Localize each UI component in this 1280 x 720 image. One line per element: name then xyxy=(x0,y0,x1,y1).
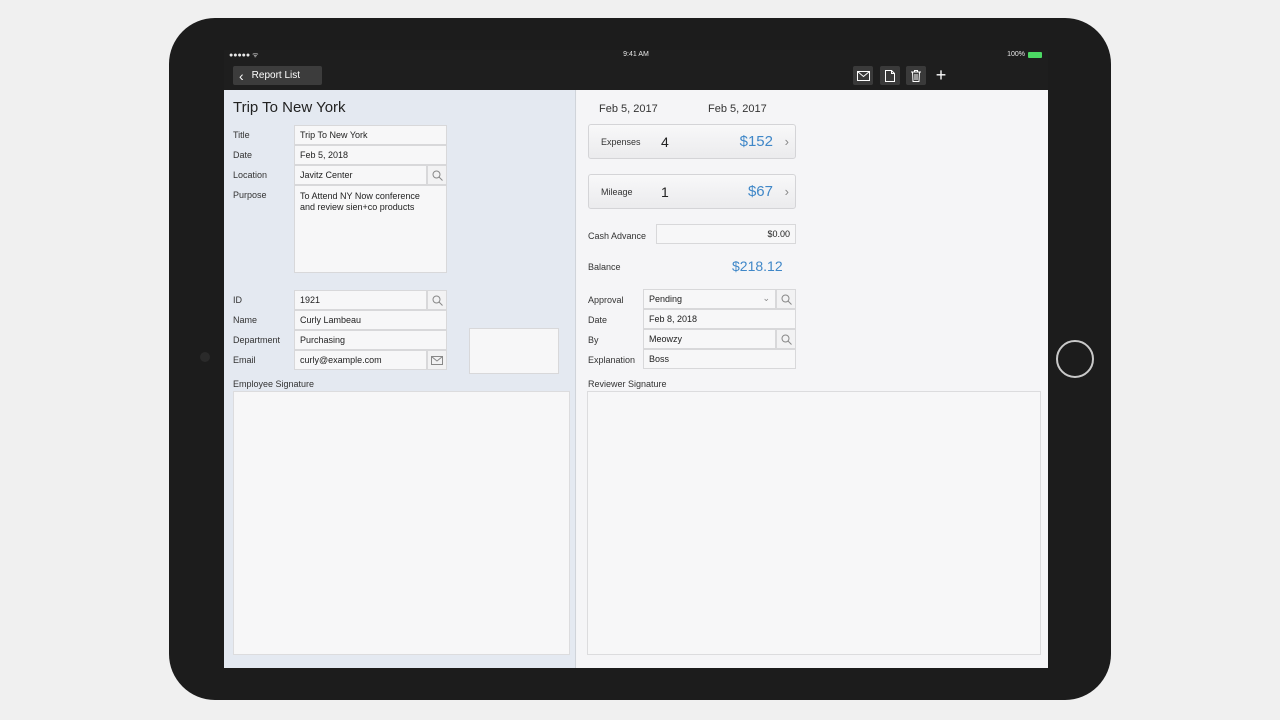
plus-icon: + xyxy=(935,65,947,85)
trash-icon xyxy=(911,69,921,82)
explanation-field[interactable]: Boss xyxy=(643,349,796,369)
chevron-left-icon: ‹ xyxy=(239,67,244,84)
department-label: Department xyxy=(233,335,281,345)
start-date: Feb 5, 2017 xyxy=(599,103,658,115)
cash-advance-label: Cash Advance xyxy=(588,231,647,241)
expenses-amount: $152 xyxy=(739,133,773,150)
back-button[interactable]: ‹ Report List xyxy=(233,66,322,85)
approval-label: Approval xyxy=(588,295,624,305)
home-button[interactable] xyxy=(1056,340,1094,378)
approval-date-label: Date xyxy=(588,315,608,325)
explanation-label: Explanation xyxy=(588,355,636,365)
location-field[interactable]: Javitz Center xyxy=(294,165,427,185)
employee-photo[interactable] xyxy=(469,328,559,374)
title-field[interactable]: Trip To New York xyxy=(294,125,447,145)
mileage-button[interactable]: Mileage 1 $67 › xyxy=(588,174,796,209)
document-icon xyxy=(885,69,895,82)
location-label: Location xyxy=(233,170,268,180)
approval-search-button[interactable] xyxy=(776,289,796,309)
department-field[interactable]: Purchasing xyxy=(294,330,447,350)
approval-select[interactable]: Pending ⌄ xyxy=(643,289,776,309)
expenses-button[interactable]: Expenses 4 $152 › xyxy=(588,124,796,159)
employee-signature-label: Employee Signature xyxy=(233,379,315,389)
navigation-bar: ‹ Report List + xyxy=(224,62,1048,90)
id-field[interactable]: 1921 xyxy=(294,290,427,310)
date-field[interactable]: Feb 5, 2018 xyxy=(294,145,447,165)
email-button[interactable] xyxy=(853,66,873,85)
battery-indicator: 100% xyxy=(1007,51,1042,58)
document-button[interactable] xyxy=(880,66,900,85)
by-label: By xyxy=(588,335,599,345)
mileage-label: Mileage xyxy=(601,187,633,197)
chevron-down-icon: ⌄ xyxy=(762,293,770,303)
reviewer-signature-label: Reviewer Signature xyxy=(588,379,667,389)
search-icon xyxy=(432,295,443,306)
by-search-button[interactable] xyxy=(776,329,796,349)
approval-date-field[interactable]: Feb 8, 2018 xyxy=(643,309,796,329)
search-icon xyxy=(781,294,792,305)
date-label: Date xyxy=(233,150,253,160)
end-date: Feb 5, 2017 xyxy=(708,103,767,115)
page-title: Trip To New York xyxy=(233,99,346,116)
employee-signature-pad[interactable] xyxy=(233,391,570,655)
envelope-icon xyxy=(431,355,443,365)
battery-icon xyxy=(1028,51,1042,58)
purpose-label: Purpose xyxy=(233,190,267,200)
envelope-icon xyxy=(856,70,870,81)
report-summary-panel: Feb 5, 2017 Feb 5, 2017 Expenses 4 $152 … xyxy=(577,90,1048,668)
balance-value: $218.12 xyxy=(732,258,783,274)
add-button[interactable]: + xyxy=(931,65,951,85)
id-search-button[interactable] xyxy=(427,290,447,310)
mileage-count: 1 xyxy=(661,184,669,200)
approval-value: Pending xyxy=(649,294,683,304)
id-label: ID xyxy=(233,295,242,305)
expenses-label: Expenses xyxy=(601,137,641,147)
send-email-button[interactable] xyxy=(427,350,447,370)
cash-advance-field[interactable]: $0.00 xyxy=(656,224,796,244)
report-details-panel: Trip To New York Title Trip To New York … xyxy=(224,90,576,668)
email-label: Email xyxy=(233,355,256,365)
mileage-amount: $67 xyxy=(747,183,773,200)
app-screen: ●●●●● ᯤ 9:41 AM 100% ‹ Report List + Tri… xyxy=(224,50,1048,668)
chevron-right-icon: › xyxy=(784,134,789,149)
reviewer-signature-pad[interactable] xyxy=(587,391,1041,655)
name-label: Name xyxy=(233,315,258,325)
battery-percent: 100% xyxy=(1007,51,1025,58)
email-field[interactable]: curly@example.com xyxy=(294,350,427,370)
back-button-label: Report List xyxy=(251,70,301,81)
purpose-textarea[interactable]: To Attend NY Now conference and review s… xyxy=(294,185,447,273)
chevron-right-icon: › xyxy=(784,184,789,199)
balance-label: Balance xyxy=(588,262,621,272)
camera xyxy=(200,352,210,362)
by-field[interactable]: Meowzy xyxy=(643,329,776,349)
status-bar: ●●●●● ᯤ 9:41 AM 100% xyxy=(224,50,1048,62)
status-time: 9:41 AM xyxy=(623,51,649,58)
search-icon xyxy=(781,334,792,345)
location-search-button[interactable] xyxy=(427,165,447,185)
expenses-count: 4 xyxy=(661,134,669,150)
name-field[interactable]: Curly Lambeau xyxy=(294,310,447,330)
search-icon xyxy=(432,170,443,181)
delete-button[interactable] xyxy=(906,66,926,85)
title-label: Title xyxy=(233,130,250,140)
